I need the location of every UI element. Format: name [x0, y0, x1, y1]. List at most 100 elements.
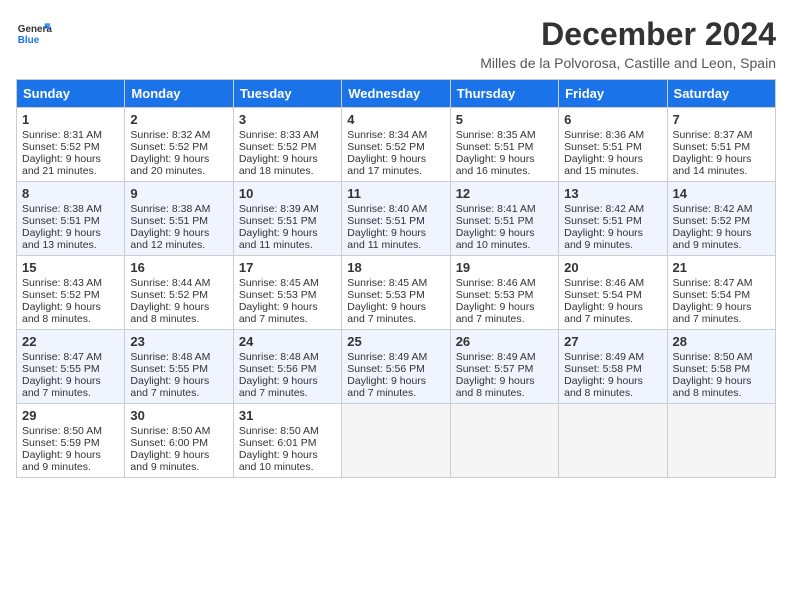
day-number: 14	[673, 186, 770, 201]
day-number: 28	[673, 334, 770, 349]
day-number: 3	[239, 112, 336, 127]
calendar-cell: 30Sunrise: 8:50 AMSunset: 6:00 PMDayligh…	[125, 404, 233, 478]
daylight-text: Daylight: 9 hours and 9 minutes.	[564, 227, 661, 251]
daylight-text: Daylight: 9 hours and 8 minutes.	[673, 375, 770, 399]
sunset-text: Sunset: 5:54 PM	[564, 289, 661, 301]
daylight-text: Daylight: 9 hours and 8 minutes.	[456, 375, 553, 399]
day-number: 9	[130, 186, 227, 201]
daylight-text: Daylight: 9 hours and 9 minutes.	[130, 449, 227, 473]
calendar-cell: 20Sunrise: 8:46 AMSunset: 5:54 PMDayligh…	[559, 256, 667, 330]
calendar-cell: 6Sunrise: 8:36 AMSunset: 5:51 PMDaylight…	[559, 108, 667, 182]
day-number: 25	[347, 334, 444, 349]
daylight-text: Daylight: 9 hours and 10 minutes.	[239, 449, 336, 473]
day-number: 11	[347, 186, 444, 201]
day-number: 4	[347, 112, 444, 127]
daylight-text: Daylight: 9 hours and 7 minutes.	[130, 375, 227, 399]
sunset-text: Sunset: 5:59 PM	[22, 437, 119, 449]
daylight-text: Daylight: 9 hours and 15 minutes.	[564, 153, 661, 177]
calendar-cell: 21Sunrise: 8:47 AMSunset: 5:54 PMDayligh…	[667, 256, 775, 330]
daylight-text: Daylight: 9 hours and 14 minutes.	[673, 153, 770, 177]
sunset-text: Sunset: 5:57 PM	[456, 363, 553, 375]
calendar-cell: 9Sunrise: 8:38 AMSunset: 5:51 PMDaylight…	[125, 182, 233, 256]
day-number: 21	[673, 260, 770, 275]
sunset-text: Sunset: 5:55 PM	[130, 363, 227, 375]
sunrise-text: Sunrise: 8:33 AM	[239, 129, 336, 141]
calendar-table: SundayMondayTuesdayWednesdayThursdayFrid…	[16, 79, 776, 478]
sunset-text: Sunset: 5:51 PM	[130, 215, 227, 227]
location-title: Milles de la Polvorosa, Castille and Leo…	[480, 55, 776, 71]
day-number: 15	[22, 260, 119, 275]
calendar-cell: 14 Sunrise: 8:42 AMSunset: 5:52 PMDayligh…	[667, 182, 775, 256]
sunrise-text: Sunrise: 8:31 AM	[22, 129, 119, 141]
sunrise-text: Sunrise: 8:47 AM	[673, 277, 770, 289]
sunset-text: Sunset: 5:52 PM	[130, 289, 227, 301]
sunset-text: Sunset: 6:01 PM	[239, 437, 336, 449]
daylight-text: Daylight: 9 hours and 7 minutes.	[239, 301, 336, 325]
daylight-text: Daylight: 9 hours and 21 minutes.	[22, 153, 119, 177]
daylight-text: Daylight: 9 hours and 9 minutes.	[673, 227, 770, 251]
daylight-text: Daylight: 9 hours and 7 minutes.	[347, 375, 444, 399]
sunset-text: Sunset: 5:51 PM	[22, 215, 119, 227]
daylight-text: Daylight: 9 hours and 10 minutes.	[456, 227, 553, 251]
month-title: December 2024	[480, 16, 776, 53]
sunrise-text: Sunrise: 8:48 AM	[239, 351, 336, 363]
day-number: 30	[130, 408, 227, 423]
sunrise-text: Sunrise: 8:49 AM	[456, 351, 553, 363]
day-number: 24	[239, 334, 336, 349]
daylight-text: Daylight: 9 hours and 7 minutes.	[239, 375, 336, 399]
daylight-text: Daylight: 9 hours and 20 minutes.	[130, 153, 227, 177]
daylight-text: Daylight: 9 hours and 8 minutes.	[130, 301, 227, 325]
sunrise-text: Sunrise: 8:36 AM	[564, 129, 661, 141]
day-number: 31	[239, 408, 336, 423]
daylight-text: Daylight: 9 hours and 16 minutes.	[456, 153, 553, 177]
day-number: 1	[22, 112, 119, 127]
day-number: 2	[130, 112, 227, 127]
calendar-cell: 17Sunrise: 8:45 AMSunset: 5:53 PMDayligh…	[233, 256, 341, 330]
daylight-text: Daylight: 9 hours and 18 minutes.	[239, 153, 336, 177]
week-row-5: 29Sunrise: 8:50 AMSunset: 5:59 PMDayligh…	[17, 404, 776, 478]
calendar-cell: 10Sunrise: 8:39 AMSunset: 5:51 PMDayligh…	[233, 182, 341, 256]
daylight-text: Daylight: 9 hours and 11 minutes.	[347, 227, 444, 251]
calendar-cell: 11Sunrise: 8:40 AMSunset: 5:51 PMDayligh…	[342, 182, 450, 256]
sunrise-text: Sunrise: 8:40 AM	[347, 203, 444, 215]
calendar-cell: 25Sunrise: 8:49 AMSunset: 5:56 PMDayligh…	[342, 330, 450, 404]
sunrise-text: Sunrise: 8:42 AM	[673, 203, 770, 215]
week-row-3: 15Sunrise: 8:43 AMSunset: 5:52 PMDayligh…	[17, 256, 776, 330]
calendar-cell: 28Sunrise: 8:50 AMSunset: 5:58 PMDayligh…	[667, 330, 775, 404]
sunrise-text: Sunrise: 8:49 AM	[347, 351, 444, 363]
sunset-text: Sunset: 5:51 PM	[564, 215, 661, 227]
calendar-cell: 5Sunrise: 8:35 AMSunset: 5:51 PMDaylight…	[450, 108, 558, 182]
day-number: 26	[456, 334, 553, 349]
day-number: 13	[564, 186, 661, 201]
calendar-cell: 18Sunrise: 8:45 AMSunset: 5:53 PMDayligh…	[342, 256, 450, 330]
sunset-text: Sunset: 5:51 PM	[456, 215, 553, 227]
sunrise-text: Sunrise: 8:43 AM	[22, 277, 119, 289]
calendar-cell: 15Sunrise: 8:43 AMSunset: 5:52 PMDayligh…	[17, 256, 125, 330]
sunrise-text: Sunrise: 8:45 AM	[239, 277, 336, 289]
day-number: 29	[22, 408, 119, 423]
weekday-header-tuesday: Tuesday	[233, 80, 341, 108]
day-number: 22	[22, 334, 119, 349]
daylight-text: Daylight: 9 hours and 7 minutes.	[456, 301, 553, 325]
day-number: 8	[22, 186, 119, 201]
calendar-cell: 19Sunrise: 8:46 AMSunset: 5:53 PMDayligh…	[450, 256, 558, 330]
title-block: December 2024 Milles de la Polvorosa, Ca…	[480, 16, 776, 71]
weekday-header-saturday: Saturday	[667, 80, 775, 108]
sunrise-text: Sunrise: 8:39 AM	[239, 203, 336, 215]
sunrise-text: Sunrise: 8:48 AM	[130, 351, 227, 363]
day-number: 17	[239, 260, 336, 275]
day-number: 16	[130, 260, 227, 275]
page-header: General Blue December 2024 Milles de la …	[16, 16, 776, 71]
sunset-text: Sunset: 5:58 PM	[673, 363, 770, 375]
sunset-text: Sunset: 5:51 PM	[673, 141, 770, 153]
sunrise-text: Sunrise: 8:49 AM	[564, 351, 661, 363]
day-number: 10	[239, 186, 336, 201]
week-row-2: 8Sunrise: 8:38 AMSunset: 5:51 PMDaylight…	[17, 182, 776, 256]
daylight-text: Daylight: 9 hours and 7 minutes.	[673, 301, 770, 325]
calendar-cell: 7Sunrise: 8:37 AMSunset: 5:51 PMDaylight…	[667, 108, 775, 182]
daylight-text: Daylight: 9 hours and 8 minutes.	[564, 375, 661, 399]
day-number: 23	[130, 334, 227, 349]
calendar-cell: 1Sunrise: 8:31 AMSunset: 5:52 PMDaylight…	[17, 108, 125, 182]
calendar-cell: 23 Sunrise: 8:48 AMSunset: 5:55 PMDayligh…	[125, 330, 233, 404]
sunset-text: Sunset: 5:52 PM	[673, 215, 770, 227]
